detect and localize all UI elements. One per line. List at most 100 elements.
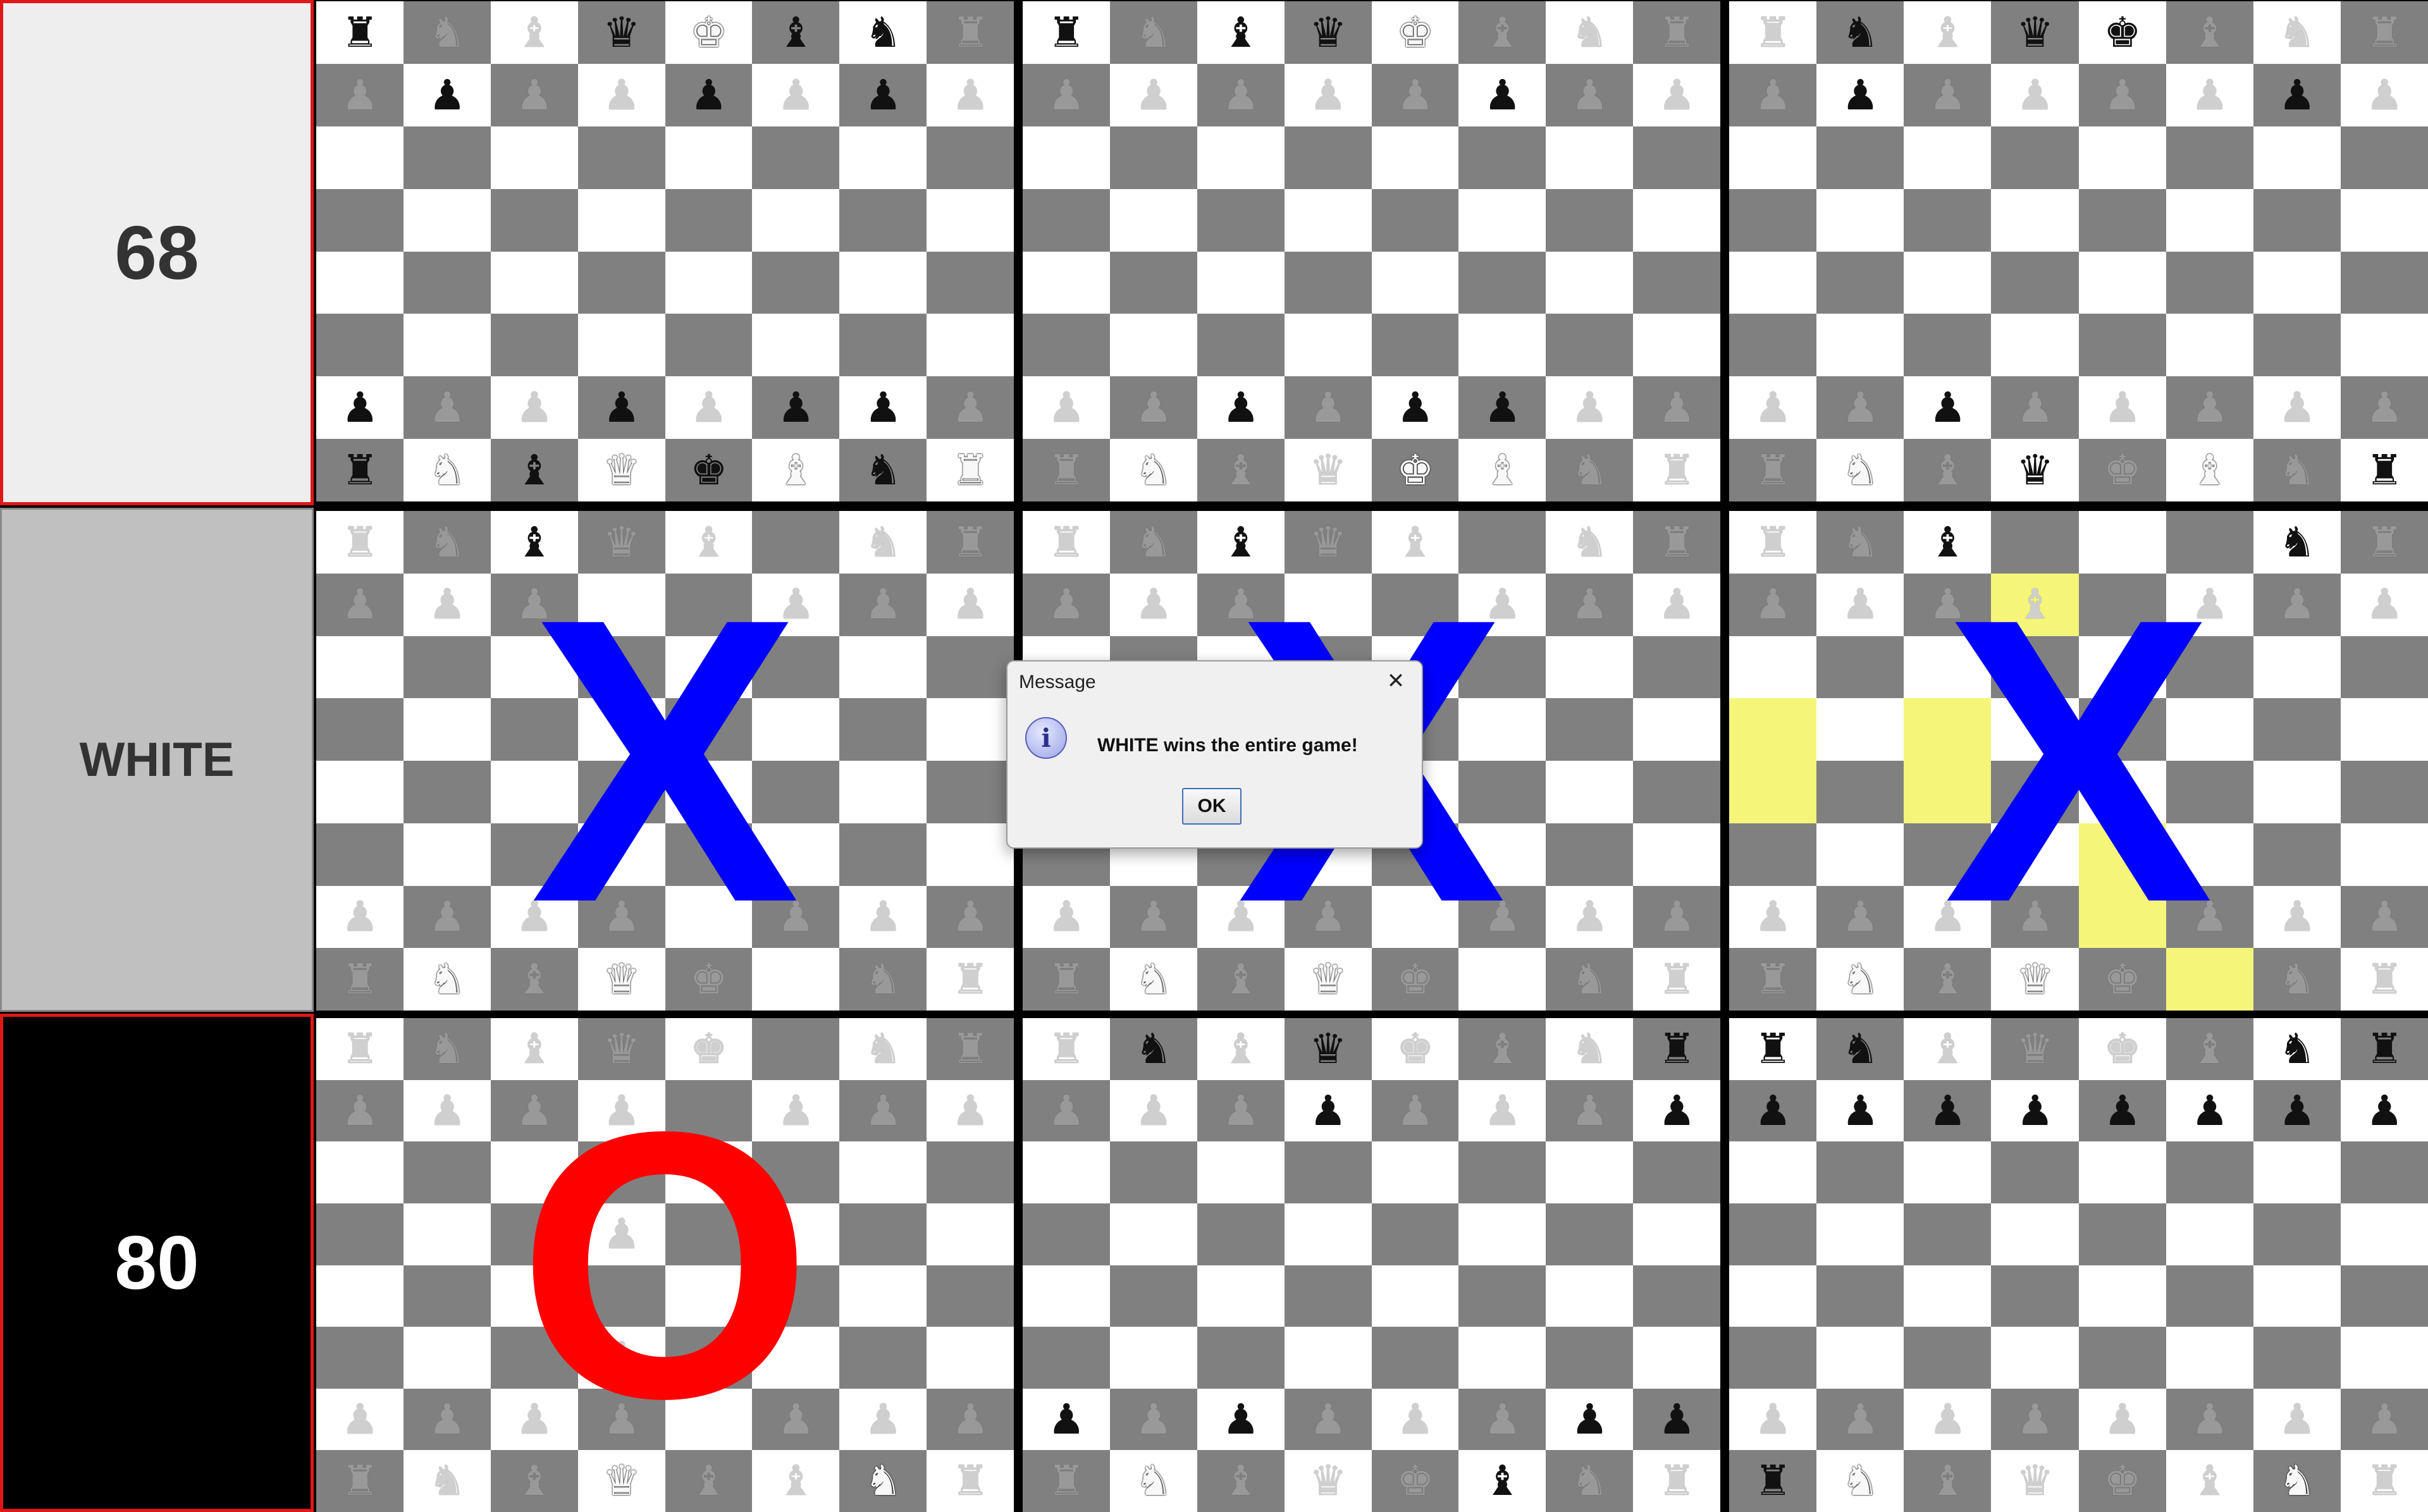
board-square[interactable]	[1284, 1265, 1372, 1327]
board-square[interactable]: ♞	[1109, 511, 1198, 574]
board-square[interactable]	[1729, 314, 1817, 377]
board-square[interactable]	[1991, 1203, 2079, 1265]
board-square[interactable]: ♟	[1371, 1388, 1459, 1451]
board-square[interactable]: ♞	[403, 948, 491, 1011]
board-square[interactable]	[403, 126, 491, 190]
board-square[interactable]	[490, 1203, 579, 1265]
board-square[interactable]: ♟	[927, 1079, 1014, 1142]
board-square[interactable]	[490, 251, 579, 314]
board-square[interactable]: ♜	[2340, 1, 2428, 65]
board-square[interactable]: ♟	[927, 376, 1014, 439]
board-square[interactable]: ♞	[839, 1450, 927, 1512]
board-square[interactable]	[1197, 251, 1285, 314]
board-square[interactable]: ♞	[1109, 1018, 1198, 1081]
board-square[interactable]: ♟	[1197, 1079, 1285, 1142]
board-square[interactable]: ♟	[1458, 1388, 1546, 1451]
board-square[interactable]	[1109, 251, 1198, 314]
board-square[interactable]	[1729, 251, 1817, 314]
board-square[interactable]: ♟	[1633, 1388, 1720, 1451]
board-square[interactable]: ♟	[1197, 1388, 1285, 1451]
board-square[interactable]	[1371, 1203, 1459, 1265]
board-square[interactable]: ♟	[490, 376, 579, 439]
board-square[interactable]: ♞	[1546, 1, 1634, 65]
board-square[interactable]	[1904, 1265, 1992, 1327]
board-square[interactable]: ♟	[1729, 1079, 1817, 1142]
board-square[interactable]: ♚	[665, 948, 753, 1011]
board-square[interactable]	[1904, 761, 1992, 824]
board-square[interactable]	[1904, 698, 1992, 761]
board-square[interactable]: ♜	[927, 511, 1014, 574]
board-square[interactable]: ♝	[1197, 948, 1285, 1011]
board-square[interactable]: ♟	[577, 1388, 665, 1451]
board-square[interactable]: ♟	[1904, 1388, 1992, 1451]
board-square[interactable]: ♟	[2078, 63, 2167, 127]
board-square[interactable]	[1023, 126, 1111, 190]
board-square[interactable]: ♟	[1458, 63, 1546, 127]
board-square[interactable]: ♟	[1729, 885, 1817, 949]
board-square[interactable]: ♟	[1458, 1079, 1546, 1142]
board-square[interactable]	[1371, 1327, 1459, 1389]
board-square[interactable]	[1197, 1203, 1285, 1265]
board-square[interactable]	[1284, 126, 1372, 190]
board-square[interactable]: ♟	[316, 885, 404, 949]
board-square[interactable]: ♞	[2253, 1450, 2341, 1512]
board-square[interactable]	[1023, 1327, 1111, 1389]
board-square[interactable]	[316, 823, 404, 886]
board-square[interactable]: ♞	[403, 1, 491, 65]
board-square[interactable]: ♜	[1633, 439, 1720, 501]
board-square[interactable]: ♟	[1197, 885, 1285, 949]
board-square[interactable]: ♟	[1633, 885, 1720, 949]
board-square[interactable]: ♛	[577, 1450, 665, 1512]
board-square[interactable]	[2166, 188, 2254, 252]
board-square[interactable]: ♞	[839, 1, 927, 65]
board-square[interactable]	[2078, 251, 2167, 314]
board-square[interactable]	[1991, 1141, 2079, 1204]
board-square[interactable]	[2078, 188, 2167, 252]
board-square[interactable]	[839, 823, 927, 886]
board-square[interactable]	[2166, 314, 2254, 377]
board-square[interactable]	[2166, 823, 2254, 886]
board-square[interactable]: ♜	[1633, 948, 1720, 1011]
board-square[interactable]	[1546, 188, 1634, 252]
board-square[interactable]	[1633, 314, 1720, 377]
board-square[interactable]: ♜	[1729, 1, 1817, 65]
board-square[interactable]: ♟	[1816, 1388, 1904, 1451]
board-square[interactable]: ♝	[1904, 948, 1992, 1011]
board-square[interactable]: ♚	[2078, 1450, 2167, 1512]
board-square[interactable]: ♝	[1991, 573, 2079, 636]
board-square[interactable]	[665, 1203, 753, 1265]
board-square[interactable]	[665, 885, 753, 949]
board-square[interactable]: ♟	[665, 376, 753, 439]
board-square[interactable]: ♟	[1284, 1079, 1372, 1142]
board-square[interactable]: ♝	[1197, 511, 1285, 574]
board-square[interactable]	[490, 823, 579, 886]
board-square[interactable]	[1816, 251, 1904, 314]
board-square[interactable]	[2340, 1141, 2428, 1204]
board-square[interactable]: ♟	[2166, 63, 2254, 127]
board-square[interactable]: ♟	[1284, 63, 1372, 127]
board-square[interactable]	[490, 188, 579, 252]
board-square[interactable]: ♜	[927, 1, 1014, 65]
board-square[interactable]	[316, 1265, 404, 1327]
board-square[interactable]: ♚	[1371, 948, 1459, 1011]
board-square[interactable]	[1991, 314, 2079, 377]
board-square[interactable]: ♟	[1546, 376, 1634, 439]
board-square[interactable]	[1816, 188, 1904, 252]
board-square[interactable]: ♜	[927, 948, 1014, 1011]
board-square[interactable]	[839, 251, 927, 314]
board-square[interactable]: ♟	[1991, 1388, 2079, 1451]
board-square[interactable]: ♜	[2340, 948, 2428, 1011]
board-square[interactable]	[2253, 188, 2341, 252]
board-square[interactable]	[2166, 126, 2254, 190]
board-square[interactable]: ♜	[316, 439, 404, 501]
board-square[interactable]: ♝	[1904, 1, 1992, 65]
board-square[interactable]	[1546, 823, 1634, 886]
board-square[interactable]: ♟	[2166, 573, 2254, 636]
board-square[interactable]: ♞	[403, 511, 491, 574]
board-square[interactable]: ♞	[2253, 511, 2341, 574]
board-square[interactable]	[1633, 698, 1720, 761]
board-square[interactable]	[490, 636, 579, 699]
board-square[interactable]: ♚	[2078, 1018, 2167, 1081]
board-square[interactable]	[2166, 251, 2254, 314]
board-square[interactable]: ♜	[1023, 1018, 1111, 1081]
